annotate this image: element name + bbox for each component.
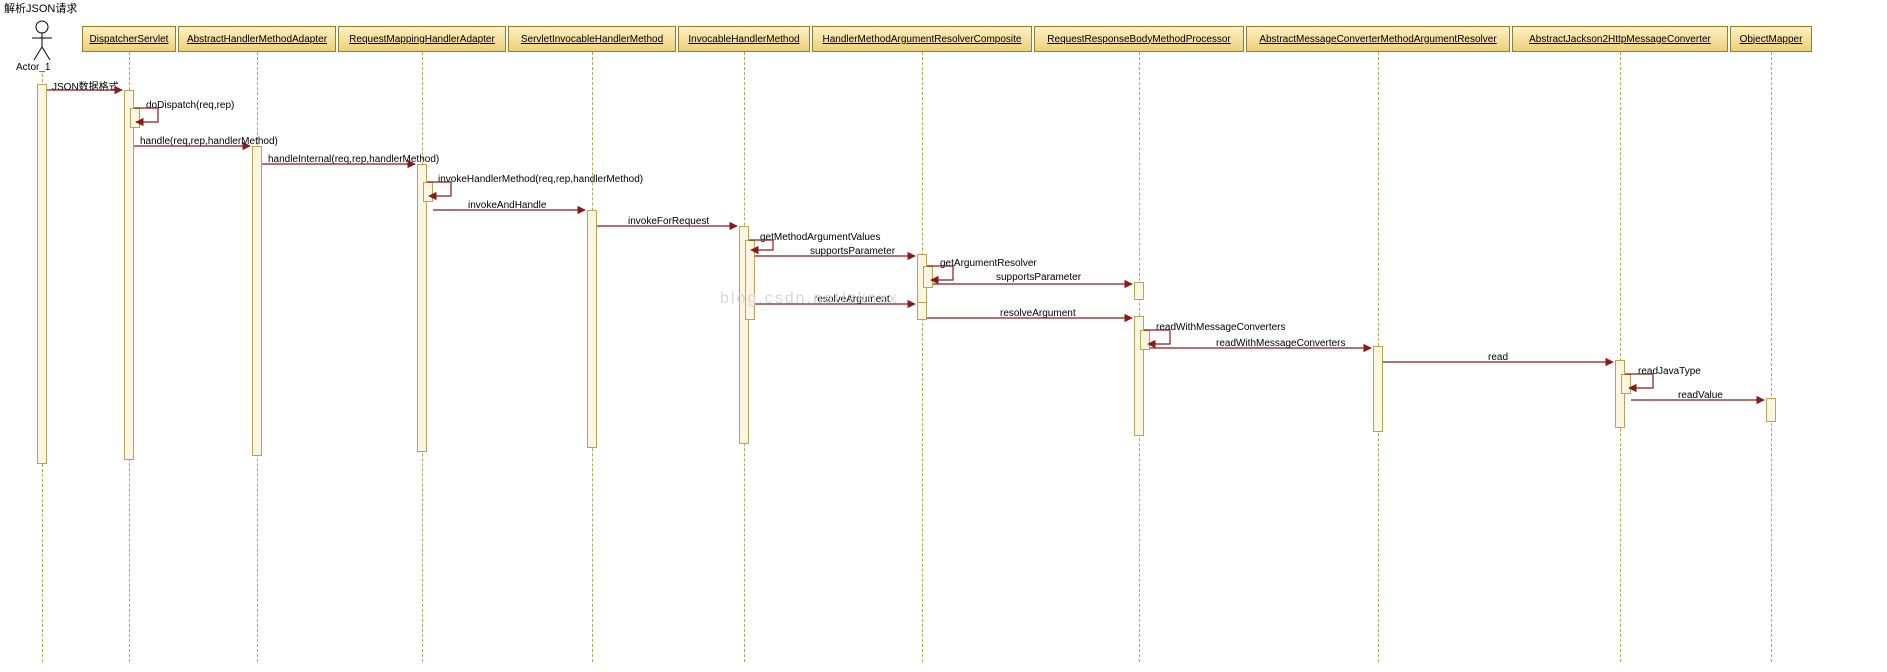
frame-title: 解析JSON请求 — [4, 0, 77, 16]
msg-read-with-message-converters-2: readWithMessageConverters — [1216, 338, 1346, 349]
msg-invoke-handler-method: invokeHandlerMethod(req,rep,handlerMetho… — [438, 174, 643, 185]
participant-abstract-jackson2-http-message-converter: AbstractJackson2HttpMessageConverter — [1512, 26, 1728, 52]
arrows-layer — [0, 0, 1887, 672]
msg-read-value: readValue — [1678, 390, 1723, 401]
msg-json-data: JSON数据格式 — [52, 78, 119, 93]
activation-p0-self — [130, 108, 140, 128]
participant-servlet-invocable-handler-method: ServletInvocableHandlerMethod — [508, 26, 676, 52]
activation-p6-a — [1134, 282, 1144, 300]
msg-resolve-argument-2: resolveArgument — [1000, 308, 1076, 319]
activation-p2 — [417, 164, 427, 452]
msg-supports-parameter-1: supportsParameter — [810, 246, 895, 257]
participant-invocable-handler-method: InvocableHandlerMethod — [678, 26, 810, 52]
participant-request-response-body-method-processor: RequestResponseBodyMethodProcessor — [1034, 26, 1244, 52]
watermark: blog.csdn.net/zknxx — [720, 290, 899, 308]
activation-p5-self — [923, 266, 933, 288]
activation-p8-self — [1621, 374, 1631, 394]
lifeline-p5 — [922, 52, 923, 662]
msg-do-dispatch: doDispatch(req,rep) — [146, 100, 234, 111]
participant-abstract-message-converter-method-argument-resolver: AbstractMessageConverterMethodArgumentRe… — [1246, 26, 1510, 52]
activation-p0 — [124, 90, 134, 460]
activation-p2-self — [423, 182, 433, 202]
msg-get-argument-resolver: getArgumentResolver — [940, 258, 1037, 269]
activation-p5-b — [917, 302, 927, 320]
participant-object-mapper: ObjectMapper — [1730, 26, 1812, 52]
lifeline-p8 — [1620, 52, 1621, 662]
activation-p9 — [1766, 398, 1776, 422]
msg-handle: handle(req,rep,handlerMethod) — [140, 136, 278, 147]
participant-abstract-handler-method-adapter: AbstractHandlerMethodAdapter — [178, 26, 336, 52]
participant-handler-method-argument-resolver-composite: HandlerMethodArgumentResolverComposite — [812, 26, 1032, 52]
activation-p8 — [1615, 360, 1625, 428]
msg-invoke-and-handle: invokeAndHandle — [468, 200, 546, 211]
activation-actor — [37, 84, 47, 464]
msg-supports-parameter-2: supportsParameter — [996, 272, 1081, 283]
participant-request-mapping-handler-adapter: RequestMappingHandlerAdapter — [338, 26, 506, 52]
activation-p3 — [587, 210, 597, 448]
participant-dispatcher-servlet: DispatcherServlet — [82, 26, 176, 52]
actor-figure — [28, 20, 56, 68]
msg-invoke-for-request: invokeForRequest — [628, 216, 709, 227]
msg-read: read — [1488, 352, 1508, 363]
msg-read-java-type: readJavaType — [1638, 366, 1701, 377]
sequence-diagram: 解析JSON请求 Actor_1 DispatcherServlet Abstr… — [0, 0, 1887, 672]
activation-p6-self — [1140, 330, 1150, 350]
activation-p1 — [252, 146, 262, 456]
lifeline-p9 — [1771, 52, 1772, 662]
activation-p7 — [1373, 346, 1383, 432]
msg-handle-internal: handleInternal(req,rep,handlerMethod) — [268, 154, 439, 165]
actor-label: Actor_1 — [16, 62, 50, 73]
msg-get-method-argument-values: getMethodArgumentValues — [760, 232, 880, 243]
activation-p4-self — [745, 240, 755, 320]
msg-read-with-message-converters-1: readWithMessageConverters — [1156, 322, 1286, 333]
